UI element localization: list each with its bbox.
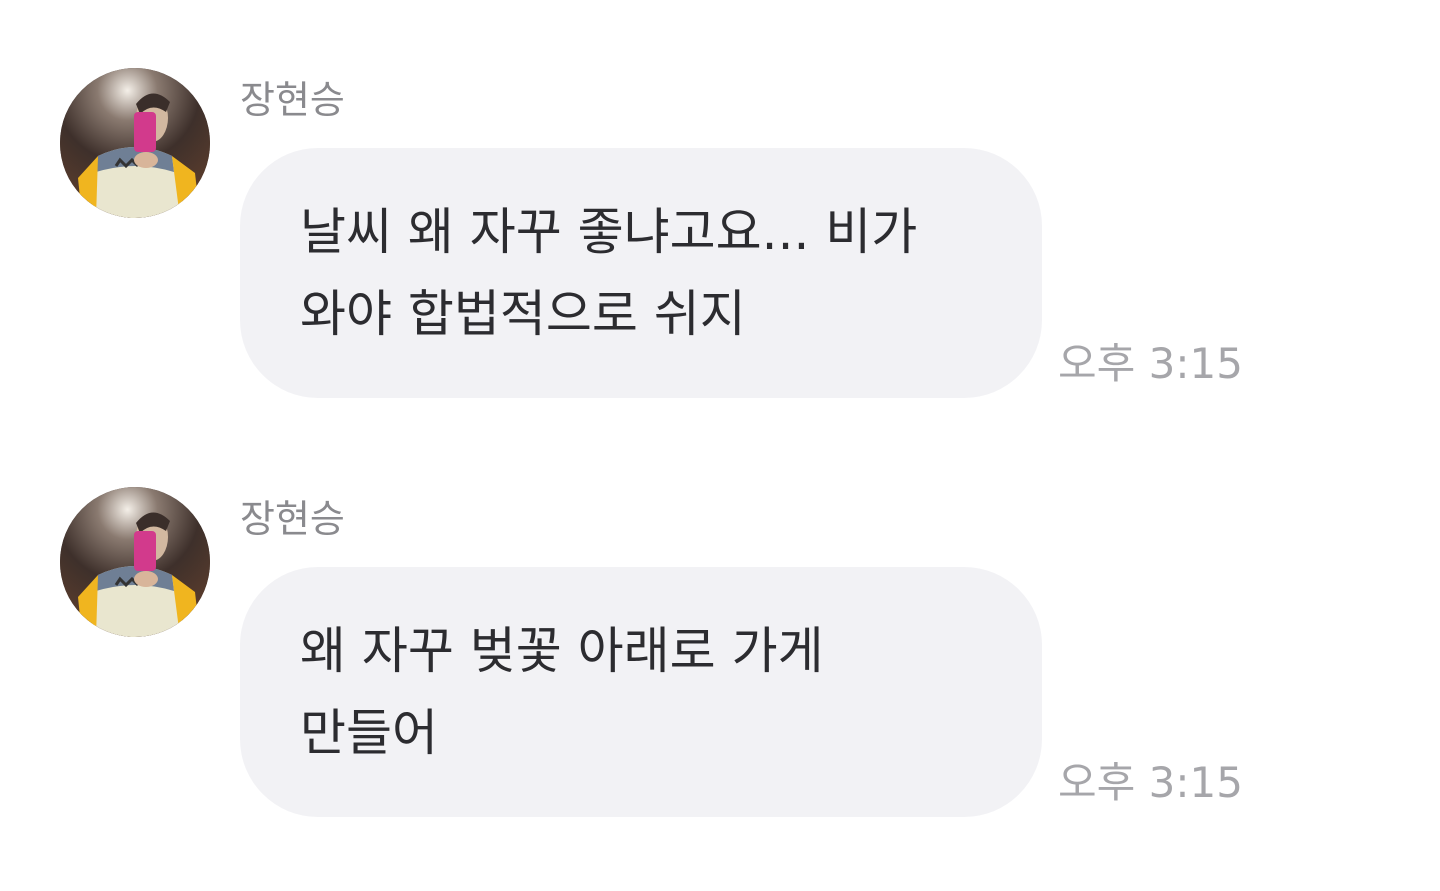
message-text: 날씨 왜 자꾸 좋냐고요... 비가 와야 합법적으로 쉬지 [300, 203, 918, 343]
message-row: 장현승 날씨 왜 자꾸 좋냐고요... 비가 와야 합법적으로 쉬지 오후 3:… [0, 68, 1440, 428]
message-time: 오후 3:15 [1058, 758, 1243, 807]
message-text: 왜 자꾸 벚꽃 아래로 가게 만들어 [300, 622, 824, 762]
avatar[interactable] [60, 68, 210, 218]
profile-photo-icon [60, 487, 210, 637]
message-row: 장현승 왜 자꾸 벚꽃 아래로 가게 만들어 오후 3:15 [0, 487, 1440, 847]
message-time: 오후 3:15 [1058, 339, 1243, 388]
sender-name: 장현승 [240, 78, 345, 122]
message-bubble[interactable]: 날씨 왜 자꾸 좋냐고요... 비가 와야 합법적으로 쉬지 [240, 148, 1042, 398]
sender-name: 장현승 [240, 497, 345, 541]
profile-photo-icon [60, 68, 210, 218]
message-bubble[interactable]: 왜 자꾸 벚꽃 아래로 가게 만들어 [240, 567, 1042, 817]
chat-view: 장현승 날씨 왜 자꾸 좋냐고요... 비가 와야 합법적으로 쉬지 오후 3:… [0, 0, 1440, 891]
avatar[interactable] [60, 487, 210, 637]
